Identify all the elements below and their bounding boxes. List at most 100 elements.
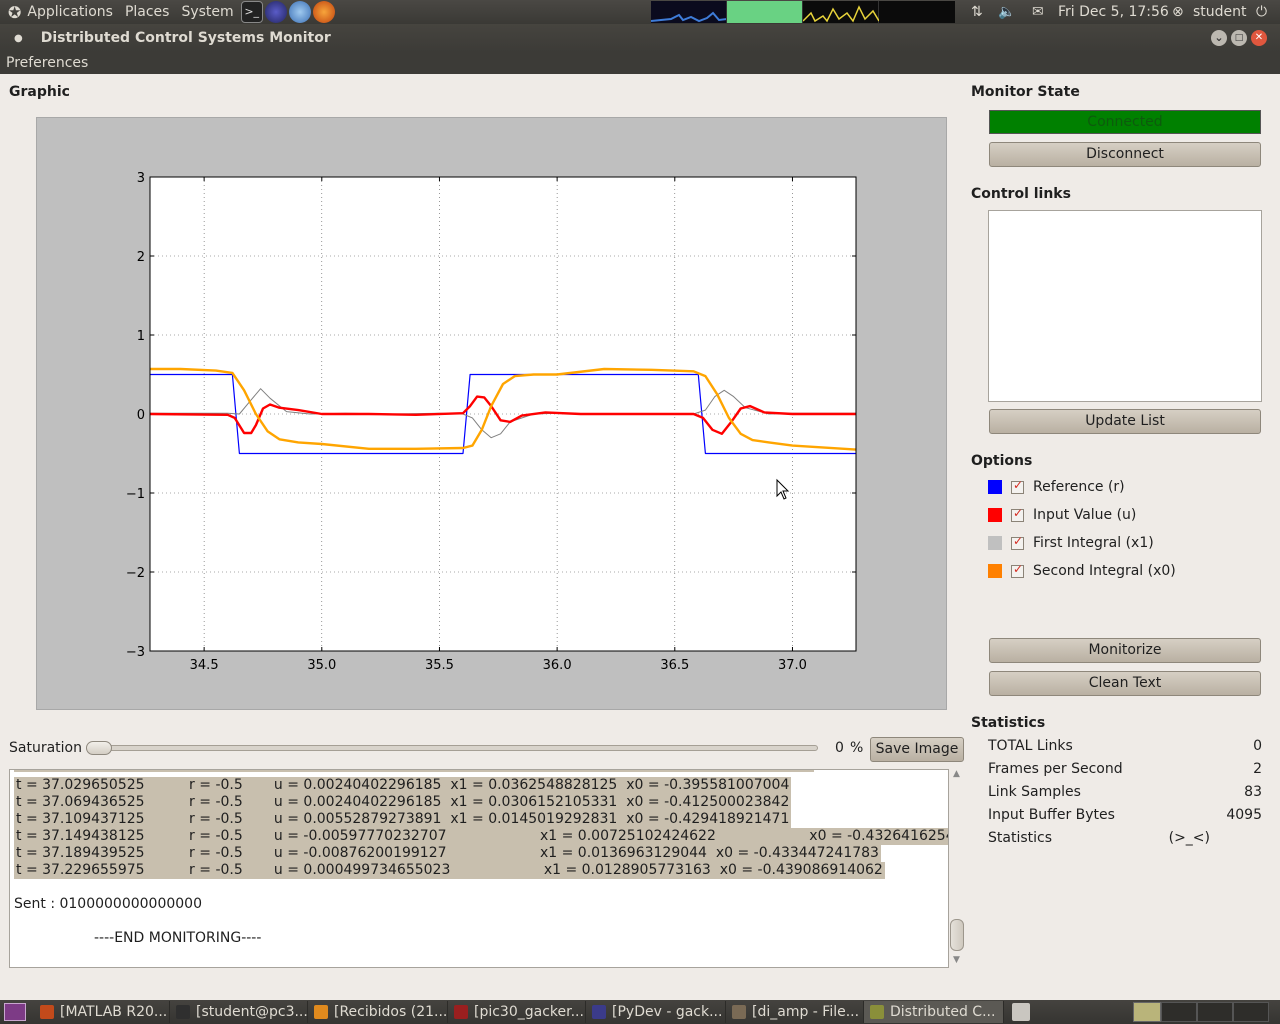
window-menu-icon[interactable]: ● xyxy=(14,33,23,44)
first-integral-checkbox[interactable] xyxy=(1011,534,1024,550)
saturation-slider-handle[interactable] xyxy=(86,741,112,755)
y-tick-label: 3 xyxy=(137,171,145,186)
mail-icon[interactable]: ✉ xyxy=(1032,4,1044,20)
console-scrollbar[interactable]: ▲ ▼ xyxy=(949,769,965,968)
y-tick-label: −3 xyxy=(126,645,145,660)
log-line-partial xyxy=(14,770,814,772)
task-dcs-monitor[interactable]: Distributed C... xyxy=(864,1001,1004,1023)
browser-icon[interactable] xyxy=(288,1,311,23)
power-icon[interactable]: ⏻ xyxy=(1256,4,1267,20)
x-tick-label: 35.5 xyxy=(425,658,454,673)
input-value-checkbox[interactable] xyxy=(1011,506,1024,522)
connection-status: Connected xyxy=(989,110,1261,134)
window-title: Distributed Control Systems Monitor xyxy=(40,30,331,46)
workspace-3[interactable] xyxy=(1197,1002,1233,1022)
ubuntu-logo-icon[interactable]: ✪ xyxy=(8,3,21,22)
task-terminal[interactable]: [student@pc3... xyxy=(170,1001,308,1023)
x-tick-label: 35.0 xyxy=(307,658,336,673)
workspace-2[interactable] xyxy=(1161,1002,1197,1022)
scroll-down-icon[interactable]: ▼ xyxy=(953,955,960,965)
options-title: Options xyxy=(971,453,1033,469)
saturation-slider[interactable] xyxy=(86,741,818,755)
y-tick-label: 1 xyxy=(137,329,145,344)
scroll-up-icon[interactable]: ▲ xyxy=(953,769,960,779)
cpu-graph xyxy=(651,1,727,23)
first-integral-label: First Integral (x1) xyxy=(1033,535,1154,551)
x-tick-label: 36.5 xyxy=(660,658,689,673)
update-list-button[interactable]: Update List xyxy=(989,409,1261,434)
stat-label: Statistics xyxy=(988,830,1052,846)
stat-link-samples: Link Samples 83 xyxy=(988,784,1262,800)
task-mail[interactable]: [Recibidos (21... xyxy=(308,1001,448,1023)
log-line: t = 37.189439525 r = -0.5 u = -0.0087620… xyxy=(14,845,881,862)
option-first-integral[interactable]: First Integral (x1) xyxy=(988,534,1154,552)
minimize-icon[interactable]: ⌄ xyxy=(1211,30,1227,46)
graphic-canvas[interactable]: 34.5 35.0 35.5 36.0 36.5 37.0 3 2 1 0 −1 −2 −3 xyxy=(36,117,947,710)
disk-graph xyxy=(879,1,955,23)
save-image-button[interactable]: Save Image xyxy=(870,737,964,762)
y-tick-label: −2 xyxy=(126,566,145,581)
stat-value: 2 xyxy=(1253,761,1262,777)
preferences-menu[interactable]: Preferences xyxy=(6,55,88,71)
stat-value: 4095 xyxy=(1226,807,1262,823)
log-line: t = 37.149438125 r = -0.5 u = -0.0059777… xyxy=(14,828,948,845)
second-integral-swatch xyxy=(988,564,1002,578)
task-file-browser[interactable]: [di_amp - File... xyxy=(726,1001,864,1023)
option-second-integral[interactable]: Second Integral (x0) xyxy=(988,562,1176,580)
network-graph xyxy=(802,1,880,23)
network-icon[interactable]: ⇅ xyxy=(971,4,983,20)
input-value-label: Input Value (u) xyxy=(1033,507,1137,523)
y-tick-label: 0 xyxy=(137,408,145,423)
clock[interactable]: Fri Dec 5, 17:56 xyxy=(1058,4,1169,20)
eclipse-icon[interactable] xyxy=(264,1,287,23)
stat-value: 83 xyxy=(1244,784,1262,800)
memory-graph xyxy=(727,1,803,23)
task-matlab[interactable]: [MATLAB R20... xyxy=(34,1001,170,1023)
workspace-4[interactable] xyxy=(1233,1002,1269,1022)
system-menu[interactable]: System xyxy=(175,4,239,20)
firefox-icon[interactable] xyxy=(312,1,335,23)
trash-icon[interactable] xyxy=(1012,1003,1030,1021)
second-integral-checkbox[interactable] xyxy=(1011,562,1024,578)
applications-menu[interactable]: Applications xyxy=(21,4,119,20)
terminal-icon[interactable]: >_ xyxy=(240,1,263,23)
stat-value: (>_<) xyxy=(1168,830,1210,846)
window-titlebar[interactable]: ● Distributed Control Systems Monitor ⌄ … xyxy=(0,24,1280,52)
reference-checkbox[interactable] xyxy=(1011,478,1024,494)
y-tick-label: 2 xyxy=(137,250,145,265)
scrollbar-thumb[interactable] xyxy=(950,919,964,951)
user-status-icon[interactable]: ⊗ xyxy=(1172,4,1184,20)
disconnect-button[interactable]: Disconnect xyxy=(989,142,1261,167)
x-tick-label: 37.0 xyxy=(778,658,807,673)
user-name[interactable]: student xyxy=(1193,4,1247,20)
places-menu[interactable]: Places xyxy=(119,4,176,20)
maximize-icon[interactable]: □ xyxy=(1231,30,1247,46)
sent-line: Sent : 0100000000000000 xyxy=(14,896,202,912)
saturation-value: 0 xyxy=(835,740,844,756)
option-reference[interactable]: Reference (r) xyxy=(988,478,1125,496)
volume-icon[interactable]: 🔈 xyxy=(998,4,1015,20)
control-links-list[interactable] xyxy=(988,210,1262,402)
reference-label: Reference (r) xyxy=(1033,479,1125,495)
stat-label: Link Samples xyxy=(988,784,1081,800)
show-desktop-icon[interactable] xyxy=(4,1003,26,1021)
first-integral-swatch xyxy=(988,536,1002,550)
workspace-1[interactable] xyxy=(1133,1002,1161,1022)
log-line: t = 37.109437125 r = -0.5 u = 0.00552879… xyxy=(14,811,792,828)
log-line: t = 37.069436525 r = -0.5 u = 0.00240402… xyxy=(14,794,792,811)
system-monitor-applet[interactable] xyxy=(651,1,957,23)
top-panel: ✪ Applications Places System >_ ⇅ 🔈 ✉ Fr… xyxy=(0,0,1280,24)
y-tick-label: −1 xyxy=(126,487,145,502)
task-pydev[interactable]: [PyDev - gack... xyxy=(586,1001,726,1023)
clean-text-button[interactable]: Clean Text xyxy=(989,671,1261,696)
stat-value: 0 xyxy=(1253,738,1262,754)
option-input-value[interactable]: Input Value (u) xyxy=(988,506,1136,524)
monitorize-button[interactable]: Monitorize xyxy=(989,638,1261,663)
stat-label: Input Buffer Bytes xyxy=(988,807,1115,823)
close-icon[interactable]: ✕ xyxy=(1251,30,1267,46)
workspace-switcher[interactable] xyxy=(1133,1002,1277,1022)
task-pic30[interactable]: [pic30_gacker... xyxy=(448,1001,586,1023)
stat-total-links: TOTAL Links 0 xyxy=(988,738,1262,754)
log-line: t = 37.029650525 r = -0.5 u = 0.00240402… xyxy=(14,777,792,794)
log-console[interactable]: t = 37.029650525 r = -0.5 u = 0.00240402… xyxy=(9,769,949,968)
